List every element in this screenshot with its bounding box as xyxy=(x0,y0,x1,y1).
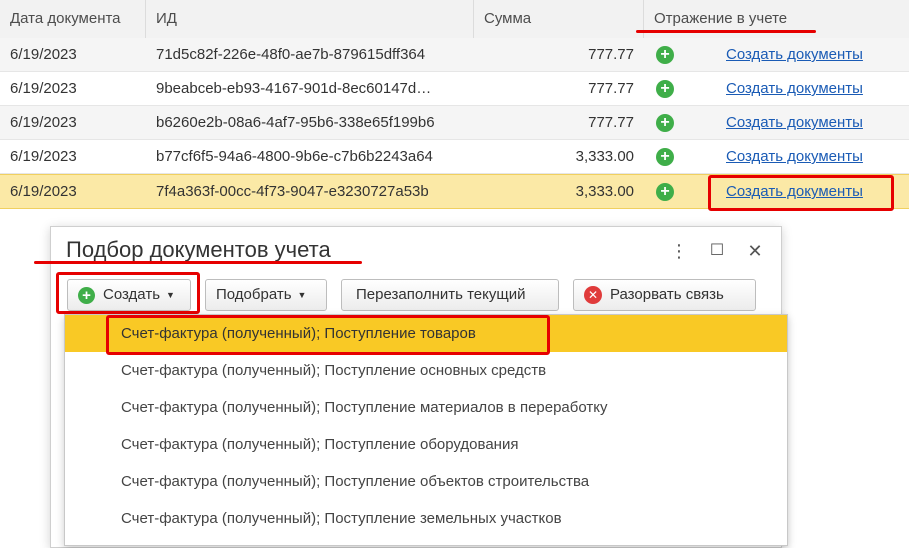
annotation-underline-title xyxy=(34,261,362,264)
cell-sum: 3,333.00 xyxy=(575,148,634,165)
create-documents-link[interactable]: Создать документы xyxy=(726,72,901,105)
menu-item-fixed-assets[interactable]: Счет-фактура (полученный); Поступление о… xyxy=(65,352,787,389)
create-documents-link[interactable]: Создать документы xyxy=(726,38,901,71)
chevron-down-icon: ▼ xyxy=(297,290,307,301)
cell-id: b6260e2b-08a6-4af7-95b6-338e65f199b6 xyxy=(156,114,435,131)
annotation-box-menu-item xyxy=(106,315,550,355)
more-options-icon[interactable]: ⋮ xyxy=(669,241,689,261)
unlink-button[interactable]: ✕ Разорвать связь xyxy=(573,279,756,311)
annotation-box-create-link xyxy=(708,175,894,211)
unlink-icon: ✕ xyxy=(584,286,602,305)
cell-sum: 777.77 xyxy=(588,46,634,63)
annotation-underline-reflection xyxy=(636,30,816,33)
cell-sum: 3,333.00 xyxy=(575,183,634,200)
column-header-date[interactable]: Дата документа xyxy=(0,0,146,38)
add-icon[interactable]: + xyxy=(656,46,674,64)
menu-item-construction-objects[interactable]: Счет-фактура (полученный); Поступление о… xyxy=(65,463,787,500)
table-row[interactable]: 6/19/2023 b77cf6f5-94a6-4800-9b6e-c7b6b2… xyxy=(0,140,909,174)
cell-sum: 777.77 xyxy=(588,80,634,97)
cell-date: 6/19/2023 xyxy=(10,183,77,200)
select-button-label: Подобрать xyxy=(216,286,292,303)
close-icon[interactable]: ✕ xyxy=(745,241,765,261)
add-icon[interactable]: + xyxy=(656,114,674,132)
refill-current-button[interactable]: Перезаполнить текущий xyxy=(341,279,559,311)
cell-date: 6/19/2023 xyxy=(10,114,77,131)
menu-item-materials-processing[interactable]: Счет-фактура (полученный); Поступление м… xyxy=(65,389,787,426)
unlink-button-label: Разорвать связь xyxy=(610,286,724,303)
maximize-icon[interactable]: ☐ xyxy=(707,241,727,261)
cell-id: 7f4a363f-00cc-4f73-9047-e3230727a53b xyxy=(156,183,429,200)
annotation-box-create-button xyxy=(56,272,200,314)
add-icon[interactable]: + xyxy=(656,183,674,201)
table-row[interactable]: 6/19/2023 9beabceb-eb93-4167-901d-8ec601… xyxy=(0,72,909,106)
cell-id: 71d5c82f-226e-48f0-ae7b-879615dff364 xyxy=(156,46,426,63)
refill-current-button-label: Перезаполнить текущий xyxy=(356,286,526,303)
create-documents-link[interactable]: Создать документы xyxy=(726,140,901,173)
dialog-title: Подбор документов учета xyxy=(66,237,331,262)
cell-date: 6/19/2023 xyxy=(10,46,77,63)
add-icon[interactable]: + xyxy=(656,80,674,98)
column-header-id[interactable]: ИД xyxy=(146,0,474,38)
column-header-sum[interactable]: Сумма xyxy=(474,0,644,38)
cell-date: 6/19/2023 xyxy=(10,148,77,165)
table-row[interactable]: 6/19/2023 71d5c82f-226e-48f0-ae7b-879615… xyxy=(0,38,909,72)
create-documents-link[interactable]: Создать документы xyxy=(726,106,901,139)
add-icon[interactable]: + xyxy=(656,148,674,166)
menu-item-equipment[interactable]: Счет-фактура (полученный); Поступление о… xyxy=(65,426,787,463)
menu-item-land-plots[interactable]: Счет-фактура (полученный); Поступление з… xyxy=(65,500,787,537)
select-button[interactable]: Подобрать ▼ xyxy=(205,279,327,311)
cell-id: 9beabceb-eb93-4167-901d-8ec60147d… xyxy=(156,80,432,97)
cell-sum: 777.77 xyxy=(588,114,634,131)
table-row[interactable]: 6/19/2023 b6260e2b-08a6-4af7-95b6-338e65… xyxy=(0,106,909,140)
cell-id: b77cf6f5-94a6-4800-9b6e-c7b6b2243a64 xyxy=(156,148,433,165)
table-header: Дата документа ИД Сумма Отражение в учет… xyxy=(0,0,909,39)
cell-date: 6/19/2023 xyxy=(10,80,77,97)
